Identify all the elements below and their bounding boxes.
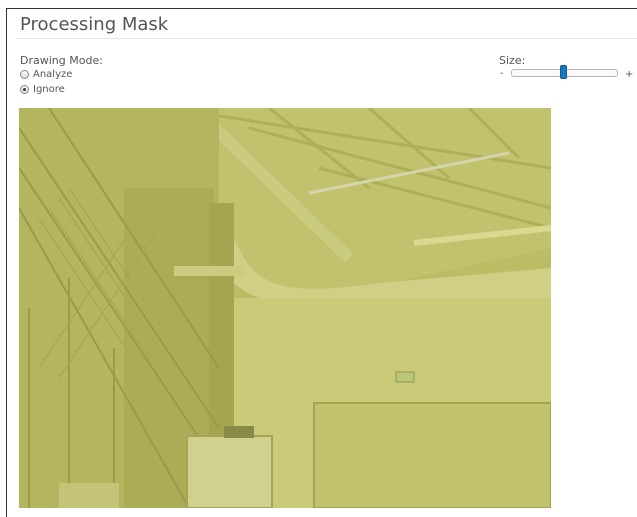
- radio-analyze-label: Analyze: [33, 69, 73, 80]
- page-title: Processing Mask: [20, 14, 169, 35]
- radio-analyze[interactable]: Analyze: [20, 69, 72, 80]
- drawing-mode-label: Drawing Mode:: [20, 54, 103, 67]
- title-divider: [16, 38, 637, 39]
- radio-ignore-button[interactable]: [20, 85, 29, 94]
- radio-analyze-button[interactable]: [20, 70, 29, 79]
- radio-ignore-label: Ignore: [33, 84, 65, 95]
- size-label: Size:: [499, 54, 526, 67]
- size-minus-label: -: [500, 68, 504, 79]
- size-plus-label: +: [625, 69, 634, 80]
- mask-canvas[interactable]: [19, 108, 551, 508]
- radio-ignore[interactable]: Ignore: [20, 84, 65, 95]
- camera-preview-image: [19, 108, 551, 508]
- size-slider-thumb[interactable]: [560, 65, 567, 79]
